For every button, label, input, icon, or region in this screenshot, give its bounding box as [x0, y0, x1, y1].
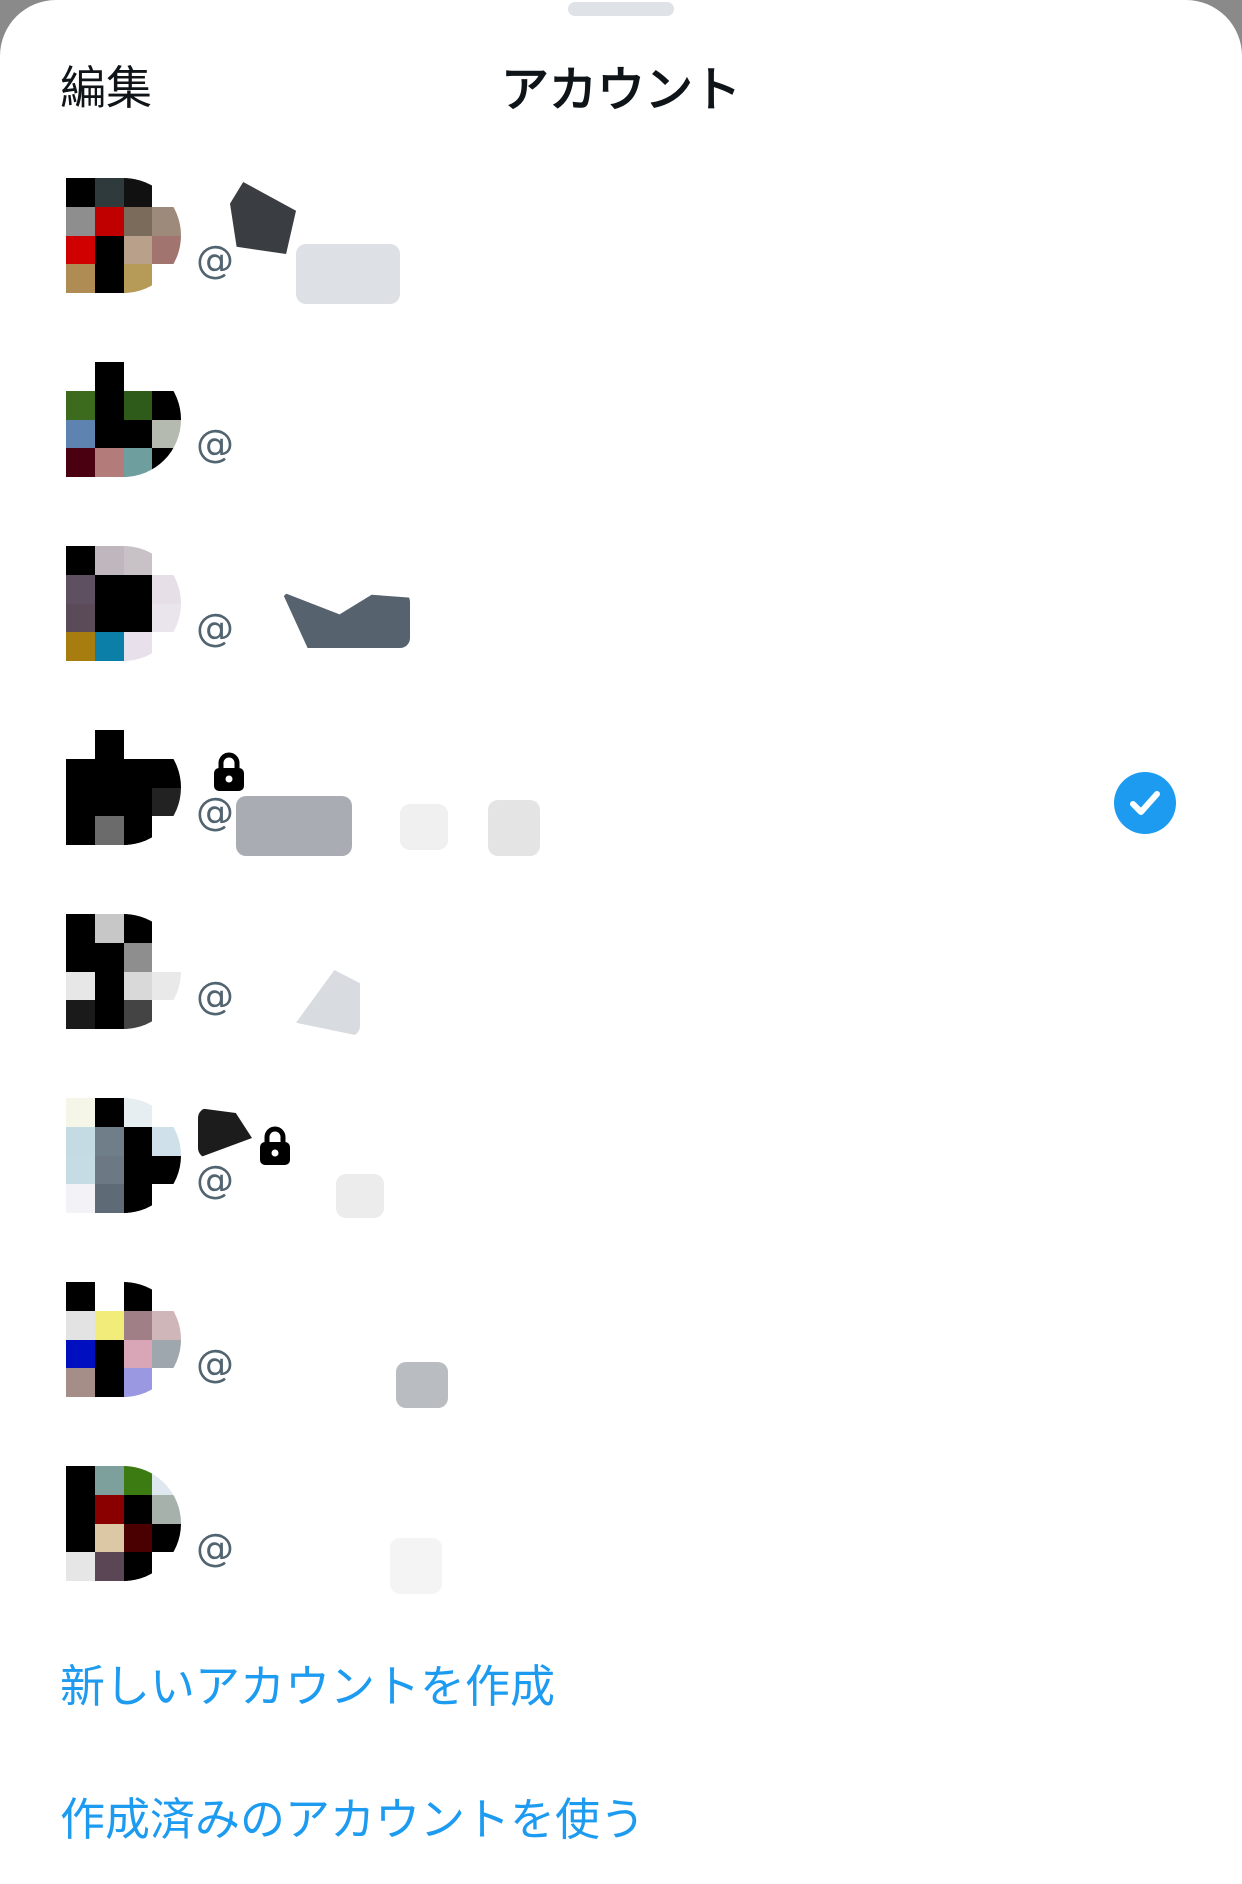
account-row[interactable]: @ — [0, 1282, 1242, 1466]
handle-redacted — [400, 804, 448, 850]
handle: @ — [196, 974, 234, 1018]
avatar — [66, 730, 181, 845]
avatar — [66, 178, 181, 293]
handle: @ — [196, 238, 234, 282]
handle-redacted — [396, 1362, 448, 1408]
handle-redacted — [336, 1174, 384, 1218]
account-row[interactable]: @ — [0, 1466, 1242, 1650]
create-new-account-link[interactable]: 新しいアカウントを作成 — [60, 1650, 555, 1715]
handle: @ — [196, 1158, 234, 1202]
avatar — [66, 914, 181, 1029]
handle-redacted — [296, 244, 400, 304]
sheet-grabber-handle[interactable] — [568, 2, 674, 16]
avatar — [66, 1282, 181, 1397]
check-circle-icon — [1114, 772, 1176, 834]
handle: @ — [196, 790, 234, 834]
avatar — [66, 362, 181, 477]
handle: @ — [196, 1526, 234, 1570]
lock-icon — [258, 1126, 292, 1166]
use-existing-account-link[interactable]: 作成済みのアカウントを使う — [60, 1783, 645, 1848]
avatar — [66, 1098, 181, 1213]
handle-redacted — [488, 800, 540, 856]
avatar — [66, 546, 181, 661]
account-row[interactable]: @ — [0, 1098, 1242, 1282]
handle: @ — [196, 422, 234, 466]
account-list: @ @ @ @ @ @ @ @ — [0, 178, 1242, 1650]
account-row[interactable]: @ — [0, 914, 1242, 1098]
handle-redacted — [236, 796, 352, 856]
page-title: アカウント — [500, 62, 741, 118]
handle-redacted — [282, 592, 410, 648]
lock-icon — [212, 752, 246, 792]
account-row[interactable]: @ — [0, 178, 1242, 362]
account-switcher-sheet: 編集 アカウント @ @ @ @ @ @ @ @ 新しいアカウントを作成 作成済… — [0, 0, 1242, 1884]
header: 編集 アカウント — [0, 38, 1242, 128]
handle: @ — [196, 606, 234, 650]
handle: @ — [196, 1342, 234, 1386]
account-row[interactable]: @ — [0, 362, 1242, 546]
account-row-selected[interactable]: @ — [0, 730, 1242, 914]
handle-redacted — [296, 970, 360, 1036]
handle-redacted — [390, 1538, 442, 1594]
avatar — [66, 1466, 181, 1581]
account-row[interactable]: @ — [0, 546, 1242, 730]
